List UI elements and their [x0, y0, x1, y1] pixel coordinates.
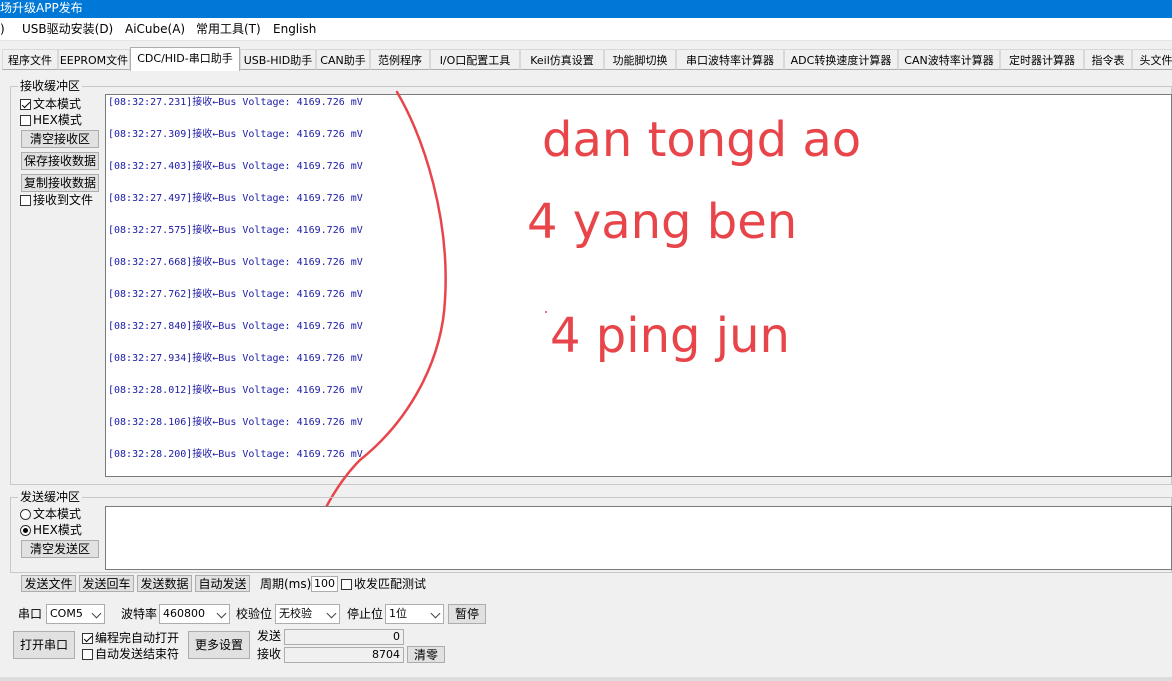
more-settings-button[interactable]: 更多设置	[188, 631, 250, 659]
match-test-checkbox[interactable]: 收发匹配测试	[341, 577, 426, 591]
send-text-mode-radio[interactable]: 文本模式	[20, 507, 81, 521]
chevron-down-icon	[326, 608, 337, 619]
recv-count-label: 接收	[257, 647, 282, 661]
auto-send-button[interactable]: 自动发送	[195, 575, 250, 592]
clear-count-button[interactable]: 清零	[407, 646, 445, 663]
baud-label: 波特率	[121, 607, 158, 621]
send-count-field: 0	[284, 629, 404, 645]
stop-bits-select[interactable]: 1位	[385, 604, 444, 624]
port-select[interactable]: COM5	[46, 604, 105, 624]
parity-label: 校验位	[236, 607, 273, 621]
auto-end-label: 自动发送结束符	[95, 647, 180, 661]
radio-icon	[20, 524, 31, 536]
open-port-button[interactable]: 打开串口	[13, 631, 75, 659]
baud-select-value: 460800	[163, 607, 205, 620]
send-text-mode-label: 文本模式	[33, 507, 82, 521]
auto-open-label: 编程完自动打开	[95, 631, 180, 645]
port-select-value: COM5	[50, 607, 83, 620]
baud-select[interactable]: 460800	[159, 604, 230, 624]
checkbox-icon	[82, 632, 93, 644]
send-hex-mode-radio[interactable]: HEX模式	[20, 523, 82, 537]
parity-select[interactable]: 无校验	[275, 604, 340, 624]
match-test-label: 收发匹配测试	[354, 577, 427, 591]
auto-end-checkbox[interactable]: 自动发送结束符	[82, 647, 179, 661]
send-group-title: 发送缓冲区	[18, 490, 83, 504]
recv-count-field: 8704	[284, 647, 404, 663]
clear-send-button[interactable]: 清空发送区	[21, 540, 99, 558]
period-label: 周期(ms)	[260, 577, 312, 591]
checkbox-icon	[82, 648, 93, 660]
stop-bits-label: 停止位	[347, 607, 384, 621]
parity-select-value: 无校验	[279, 607, 312, 620]
chevron-down-icon	[91, 608, 102, 619]
chevron-down-icon	[430, 608, 441, 619]
send-text-area[interactable]	[105, 506, 1172, 570]
radio-icon	[20, 508, 31, 520]
send-enter-button[interactable]: 发送回车	[79, 575, 134, 592]
send-hex-mode-label: HEX模式	[33, 523, 82, 537]
period-input[interactable]: 100	[311, 576, 338, 592]
send-file-button[interactable]: 发送文件	[21, 575, 76, 592]
auto-open-checkbox[interactable]: 编程完自动打开	[82, 631, 179, 645]
pause-button[interactable]: 暂停	[448, 604, 486, 624]
chevron-down-icon	[216, 608, 227, 619]
send-count-label: 发送	[257, 629, 282, 643]
send-data-button[interactable]: 发送数据	[137, 575, 192, 592]
checkbox-icon	[341, 578, 352, 590]
port-label: 串口	[18, 607, 43, 621]
stop-bits-select-value: 1位	[389, 607, 407, 620]
status-strip	[0, 677, 1172, 681]
